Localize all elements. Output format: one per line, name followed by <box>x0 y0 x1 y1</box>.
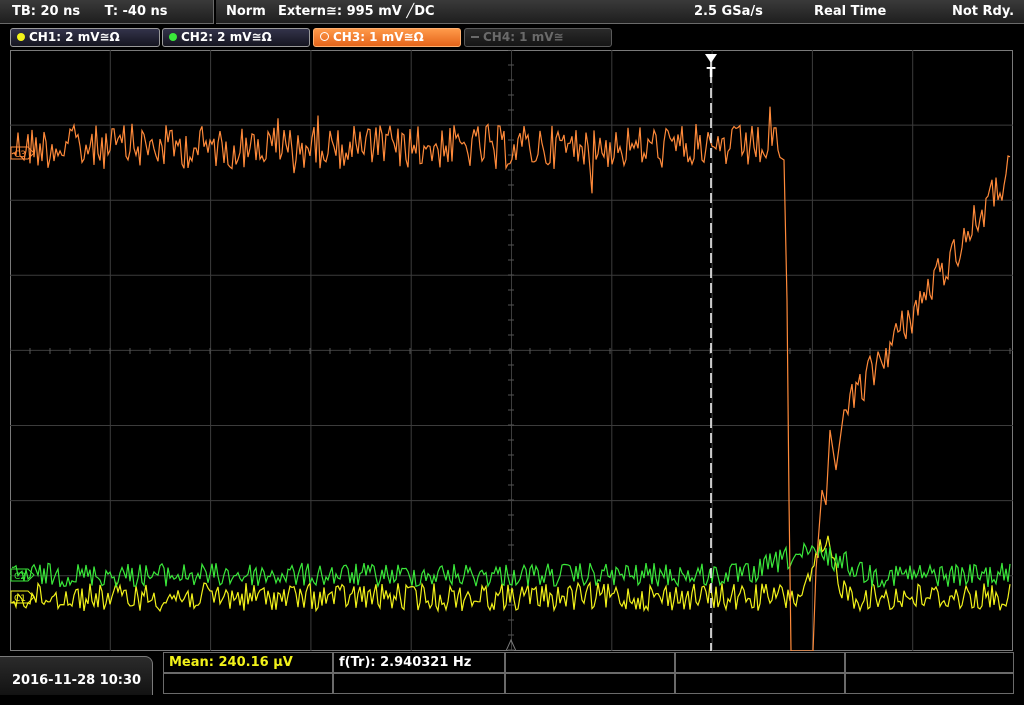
mean-measurement[interactable]: Mean: 240.16 µV <box>163 652 333 673</box>
datetime-panel: 2016-11-28 10:30 <box>0 656 153 695</box>
channel-4-label: CH4: 1 mV≅ <box>483 30 564 44</box>
frequency-measurement[interactable]: f(Tr): 2.940321 Hz <box>333 652 505 673</box>
channel-3-button[interactable]: CH3: 1 mV≅Ω <box>313 28 461 47</box>
measurement-slot-6[interactable] <box>163 673 333 694</box>
acquisition-panel[interactable]: Norm Extern≅: 995 mV ╱DC 2.5 GSa/s Real … <box>216 0 1024 24</box>
timebase-readout: TB: 20 ns <box>12 4 81 19</box>
mean-measurement-value: Mean: 240.16 µV <box>169 655 293 670</box>
channel-2-indicator-icon <box>169 33 177 41</box>
status-readout: Not Rdy. <box>952 4 1015 19</box>
measurement-slot-4[interactable] <box>675 652 845 673</box>
channel-1-marker-label: C1 <box>14 594 26 604</box>
channel-1-label: CH1: 2 mV≅Ω <box>29 30 120 44</box>
measurement-slot-3[interactable] <box>505 652 675 673</box>
datetime-readout: 2016-11-28 10:30 <box>12 673 142 688</box>
trigger-arrow-icon[interactable] <box>705 54 717 63</box>
frequency-measurement-value: f(Tr): 2.940321 Hz <box>339 655 472 670</box>
trigger-mode: Norm <box>226 4 266 19</box>
measurement-slot-8[interactable] <box>505 673 675 694</box>
waveform-canvas: T C3 C2 C1 <box>10 50 1013 651</box>
channel-2-marker-label: C2 <box>14 572 26 582</box>
measurement-slot-9[interactable] <box>675 673 845 694</box>
channel-2-label: CH2: 2 mV≅Ω <box>181 30 272 44</box>
trigger-marker-label: T <box>707 66 716 81</box>
measurement-slot-10[interactable] <box>845 673 1014 694</box>
trigger-time-readout: T: -40 ns <box>104 4 168 19</box>
channel-4-button[interactable]: CH4: 1 mV≅ <box>464 28 612 47</box>
sample-rate: 2.5 GSa/s <box>694 4 763 19</box>
acquisition-mode: Real Time <box>814 4 887 19</box>
timebase-panel[interactable]: TB: 20 ns T: -40 ns <box>0 0 214 24</box>
trigger-source: Extern≅: 995 mV ╱DC <box>278 4 435 19</box>
channel-1-button[interactable]: CH1: 2 mV≅Ω <box>10 28 160 47</box>
measurement-slot-5[interactable] <box>845 652 1014 673</box>
channel-3-indicator-icon <box>320 32 329 41</box>
channel-3-marker-label: C3 <box>14 150 26 160</box>
measurement-slot-7[interactable] <box>333 673 505 694</box>
channel-4-indicator-icon <box>471 36 479 38</box>
measurement-table[interactable]: Mean: 240.16 µV f(Tr): 2.940321 Hz <box>163 652 1014 695</box>
channel-1-indicator-icon <box>17 33 25 41</box>
channel-2-button[interactable]: CH2: 2 mV≅Ω <box>162 28 310 47</box>
channel-3-label: CH3: 1 mV≅Ω <box>333 30 424 44</box>
